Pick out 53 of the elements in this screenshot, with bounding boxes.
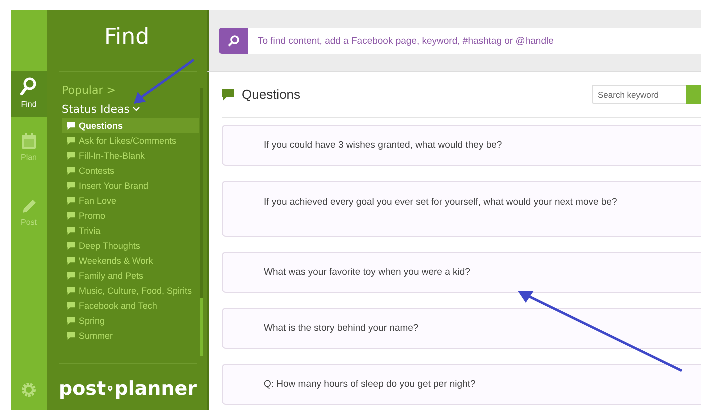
category-item[interactable]: Questions <box>62 118 199 133</box>
category-label: Deep Thoughts <box>79 240 140 250</box>
speech-bubble-icon <box>222 88 234 100</box>
category-label: Weekends & Work <box>79 256 154 266</box>
category-item[interactable]: Weekends & Work <box>62 253 199 268</box>
status-idea-card[interactable]: If you could have 3 wishes granted, what would they be? <box>222 125 701 166</box>
category-label: Facebook and Tech <box>79 300 158 310</box>
category-item[interactable]: Trivia <box>62 223 199 238</box>
category-item[interactable]: Summer <box>62 328 199 343</box>
category-label: Spring <box>79 316 106 326</box>
status-idea-card[interactable]: What was your favorite toy when you were a kid? <box>222 252 701 293</box>
annotation-arrow <box>132 58 196 106</box>
category-label: Trivia <box>79 226 101 236</box>
keyword-search-field[interactable]: Search keyword <box>592 85 686 104</box>
status-idea-card[interactable]: Q: How many hours of sleep do you get per night? <box>222 364 701 405</box>
nav-tab[interactable]: Find <box>11 71 47 117</box>
status-idea-card[interactable]: If you achieved every goal you ever set for yourself, what would your next move be? <box>222 181 701 237</box>
category-item[interactable]: Deep Thoughts <box>62 238 199 253</box>
status-idea-card[interactable]: What is the story behind your name? <box>222 308 701 349</box>
nav-tab[interactable]: Post <box>11 192 47 235</box>
category-label: Music, Culture, Food, Spirits <box>79 286 192 296</box>
section-toggle[interactable]: Status Ideas <box>62 103 207 116</box>
category-label: Ask for Likes/Comments <box>79 136 177 146</box>
nav-tab[interactable]: Plan <box>11 127 47 170</box>
section-title: Questions <box>242 87 301 102</box>
category-label: Contests <box>79 166 115 176</box>
category-label: Family and Pets <box>79 270 144 280</box>
category-item[interactable]: Music, Culture, Food, Spirits <box>62 283 199 298</box>
category-label: Summer <box>79 330 114 340</box>
category-item[interactable]: Family and Pets <box>62 268 199 283</box>
search-icon <box>20 77 38 97</box>
category-label: Fill-In-The-Blank <box>79 150 146 160</box>
category-label: Fan Love <box>79 196 117 206</box>
logo-text: post <box>59 378 106 400</box>
panel-title: Find <box>104 24 150 52</box>
category-label: Questions <box>79 120 124 130</box>
category-item[interactable]: Ask for Likes/Comments <box>62 133 199 148</box>
category-label: Promo <box>79 210 106 220</box>
calendar-icon <box>21 133 37 150</box>
category-item[interactable]: Spring <box>62 313 199 328</box>
category-item[interactable]: Insert Your Brand <box>62 178 199 193</box>
category-item[interactable]: Facebook and Tech <box>62 298 199 313</box>
category-item[interactable]: Fill-In-The-Blank <box>62 148 199 163</box>
pencil-icon <box>21 198 37 215</box>
settings-icon[interactable] <box>21 382 37 398</box>
category-item[interactable]: Contests <box>62 163 199 178</box>
category-item[interactable]: Fan Love <box>62 193 199 208</box>
popular-link[interactable]: Popular > <box>62 84 207 97</box>
category-label: Insert Your Brand <box>79 180 149 190</box>
logo-text: planner <box>114 378 197 400</box>
scrollbar-thumb[interactable] <box>200 298 203 356</box>
category-item[interactable]: Promo <box>62 208 199 223</box>
search-icon <box>228 35 240 47</box>
